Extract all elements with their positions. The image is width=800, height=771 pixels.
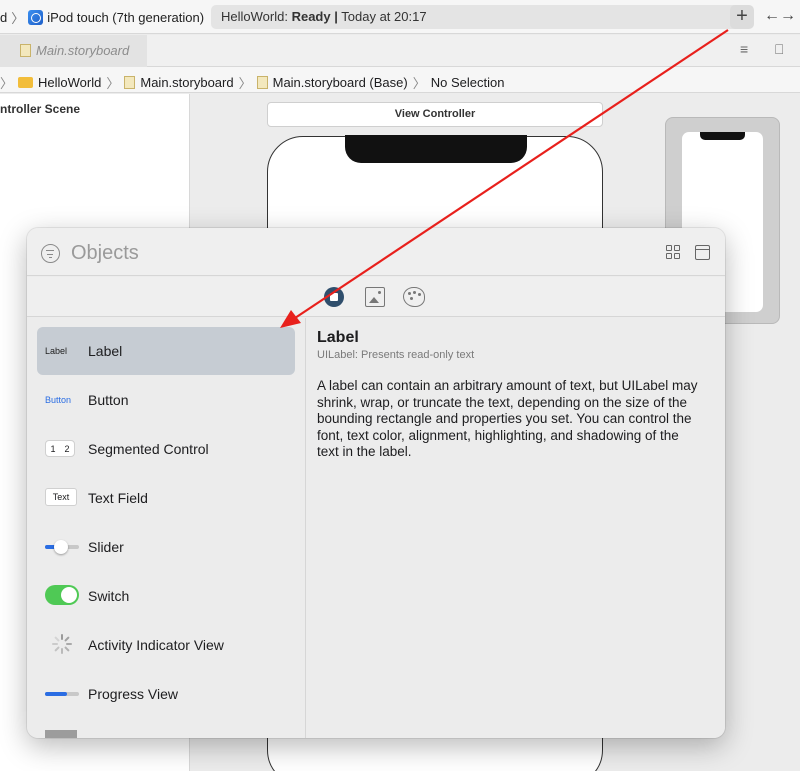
scheme-destination-selector[interactable]: d 〉 iPod touch (7th generation) [0, 8, 204, 27]
library-object-list: Label Label Button Button 1 2 Segmented … [27, 318, 306, 738]
breadcrumb-project[interactable]: HelloWorld [38, 75, 101, 90]
storyboard-file-icon [20, 44, 31, 57]
progress-view-icon [45, 692, 79, 696]
tab-label: Main.storyboard [36, 43, 130, 58]
list-item-segmented-control[interactable]: 1 2 Segmented Control [37, 425, 295, 473]
destination-name[interactable]: iPod touch (7th generation) [47, 10, 204, 25]
switch-icon [45, 585, 79, 605]
label-thumbnail: Label [45, 346, 68, 356]
segment-label: 2 [64, 443, 70, 454]
toolbar: d 〉 iPod touch (7th generation) HelloWor… [0, 0, 800, 34]
filter-icon[interactable] [41, 244, 60, 263]
media-icon[interactable] [365, 287, 385, 307]
detail-view-icon[interactable] [695, 245, 710, 260]
scheme-name[interactable]: d [0, 10, 7, 25]
list-item-name: Activity Indicator View [88, 637, 224, 653]
list-item-progress-view[interactable]: Progress View [37, 670, 295, 718]
chevron-right-icon: 〉 [0, 76, 14, 91]
list-item-name: Slider [88, 539, 124, 555]
objects-icon[interactable] [324, 287, 344, 307]
list-item-text-field[interactable]: Text Text Field [37, 474, 295, 522]
status-state: Ready [291, 9, 331, 24]
add-editor-icon[interactable]: ⎕ [775, 41, 783, 58]
library-add-button[interactable]: + [730, 5, 754, 29]
detail-description: A label can contain an arbitrary amount … [317, 378, 698, 459]
list-item-name: Text Field [88, 490, 148, 506]
breadcrumb-localization[interactable]: Main.storyboard (Base) [273, 75, 408, 90]
objects-library-popover: Label Label Button Button 1 2 Segmented … [27, 228, 725, 738]
status-app: HelloWorld: [221, 9, 288, 24]
device-notch [345, 135, 527, 163]
colors-icon[interactable] [403, 287, 425, 307]
list-item-button[interactable]: Button Button [37, 376, 295, 424]
library-tabs [27, 277, 725, 317]
breadcrumb-file[interactable]: Main.storyboard [140, 75, 233, 90]
ios-device-icon [28, 10, 44, 25]
list-item-name: Switch [88, 588, 130, 604]
tab-main-storyboard[interactable]: Main.storyboard [0, 35, 147, 67]
library-detail-pane: Label UILabel: Presents read-only text A… [307, 318, 725, 738]
slider-icon [45, 540, 79, 554]
editor-options-icon[interactable]: ≡ [740, 41, 748, 57]
storyboard-file-icon [256, 76, 268, 89]
library-search-bar [27, 228, 725, 276]
list-item-name: Button [88, 392, 129, 408]
code-review-button[interactable]: ←→ [764, 5, 796, 29]
activity-status-bar: HelloWorld: Ready | Today at 20:17 [211, 5, 741, 29]
outline-scene-title[interactable]: ntroller Scene [0, 102, 80, 116]
breadcrumb-selection[interactable]: No Selection [431, 75, 505, 90]
detail-subtitle: UILabel: Presents read-only text [317, 349, 475, 361]
status-separator: | [334, 9, 338, 24]
chevron-right-icon: 〉 [11, 11, 25, 26]
chevron-right-icon: 〉 [412, 76, 426, 91]
breadcrumb: 〉 HelloWorld 〉 Main.storyboard 〉 Main.st… [0, 67, 800, 93]
list-item-name: Progress View [88, 686, 179, 702]
text-field-thumbnail: Text [45, 488, 77, 506]
list-item-activity-indicator[interactable]: Activity Indicator View [37, 621, 295, 669]
chevron-right-icon: 〉 [238, 76, 252, 91]
list-item-name: Segmented Control [88, 441, 209, 457]
scene-header[interactable]: View Controller [267, 102, 603, 127]
segment-label: 1 [50, 443, 56, 454]
list-item-switch[interactable]: Switch [37, 572, 295, 620]
activity-indicator-icon [51, 633, 73, 655]
segmented-control-thumbnail: 1 2 [45, 440, 75, 457]
library-search-input[interactable] [71, 239, 571, 267]
storyboard-file-icon [124, 76, 136, 89]
list-item-slider[interactable]: Slider [37, 523, 295, 571]
list-item-label[interactable]: Label Label [37, 327, 295, 375]
editor-tab-bar: Main.storyboard ≡ ⎕ [0, 35, 800, 67]
status-time: Today at 20:17 [341, 9, 427, 24]
folder-icon [18, 77, 34, 88]
grid-view-icon[interactable] [666, 245, 681, 260]
chevron-right-icon: 〉 [106, 76, 120, 91]
device-notch [700, 132, 745, 140]
list-item-name: Label [88, 343, 123, 359]
button-thumbnail: Button [45, 395, 72, 405]
detail-title: Label [317, 329, 359, 346]
list-item-partial-thumbnail [45, 730, 77, 738]
